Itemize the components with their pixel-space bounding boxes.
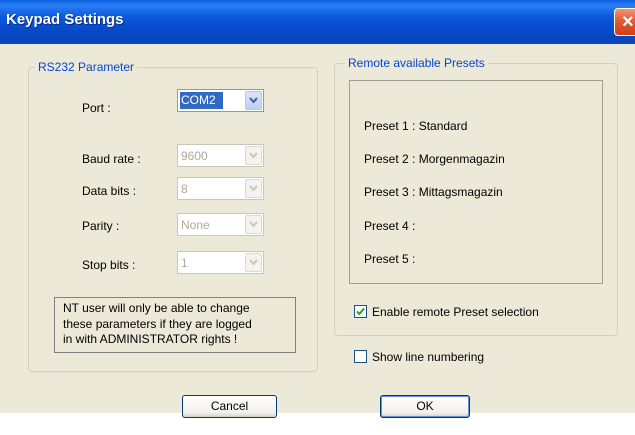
parity-label: Parity :	[82, 219, 120, 233]
chevron-down-icon	[249, 259, 258, 266]
stop-bits-dropdown-button[interactable]	[245, 253, 262, 272]
preset-item-3: Preset 3 : Mittagsmagazin	[364, 185, 503, 199]
preset-list: Preset 1 : Standard Preset 2 : Morgenmag…	[349, 80, 603, 284]
show-line-numbering-checkbox[interactable]	[354, 350, 367, 363]
checkmark-icon	[356, 307, 365, 316]
admin-note-line-2: these parameters if they are logged	[63, 317, 252, 331]
admin-note-line-1: NT user will only be able to change	[63, 301, 250, 315]
stop-bits-select[interactable]: 1	[177, 251, 264, 274]
title-bar[interactable]: Keypad Settings ×	[0, 0, 635, 44]
port-label: Port :	[82, 101, 111, 115]
baud-rate-select[interactable]: 9600	[177, 144, 264, 167]
preset-item-1: Preset 1 : Standard	[364, 119, 468, 133]
enable-remote-label[interactable]: Enable remote Preset selection	[372, 305, 539, 319]
enable-remote-checkbox[interactable]	[354, 305, 367, 318]
data-bits-dropdown-button[interactable]	[245, 179, 262, 198]
close-button[interactable]: ×	[614, 8, 635, 36]
cancel-button[interactable]: Cancel	[182, 395, 277, 418]
baud-rate-label: Baud rate :	[82, 152, 141, 166]
data-bits-value: 8	[181, 182, 188, 196]
chevron-down-icon	[249, 221, 258, 228]
ok-button[interactable]: OK	[380, 395, 470, 418]
data-bits-label: Data bits :	[82, 184, 137, 198]
rs232-legend: RS232 Parameter	[35, 60, 138, 74]
dialog-window: Keypad Settings × RS232 Parameter Port :…	[0, 0, 635, 418]
close-icon: ×	[622, 11, 634, 33]
chevron-down-icon	[249, 152, 258, 159]
window-title: Keypad Settings	[6, 11, 124, 28]
show-line-numbering-label[interactable]: Show line numbering	[372, 350, 484, 364]
data-bits-select[interactable]: 8	[177, 177, 264, 200]
parity-value: None	[181, 218, 210, 232]
admin-rights-note: NT user will only be able to change thes…	[54, 297, 296, 353]
stop-bits-value: 1	[181, 256, 188, 270]
chevron-down-icon	[249, 185, 258, 192]
parity-dropdown-button[interactable]	[245, 215, 262, 234]
preset-item-5: Preset 5 :	[364, 252, 416, 266]
preset-item-4: Preset 4 :	[364, 219, 416, 233]
port-dropdown-button[interactable]	[245, 91, 262, 110]
port-selected-value: COM2	[180, 92, 223, 109]
preset-item-2: Preset 2 : Morgenmagazin	[364, 152, 505, 166]
chevron-down-icon	[249, 97, 258, 104]
baud-rate-value: 9600	[181, 149, 208, 163]
port-select[interactable]: COM2	[177, 89, 264, 112]
admin-note-line-3: in with ADMINISTRATOR rights !	[63, 332, 238, 346]
baud-rate-dropdown-button[interactable]	[245, 146, 262, 165]
parity-select[interactable]: None	[177, 213, 264, 236]
stop-bits-label: Stop bits :	[82, 258, 136, 272]
presets-legend: Remote available Presets	[345, 56, 488, 70]
